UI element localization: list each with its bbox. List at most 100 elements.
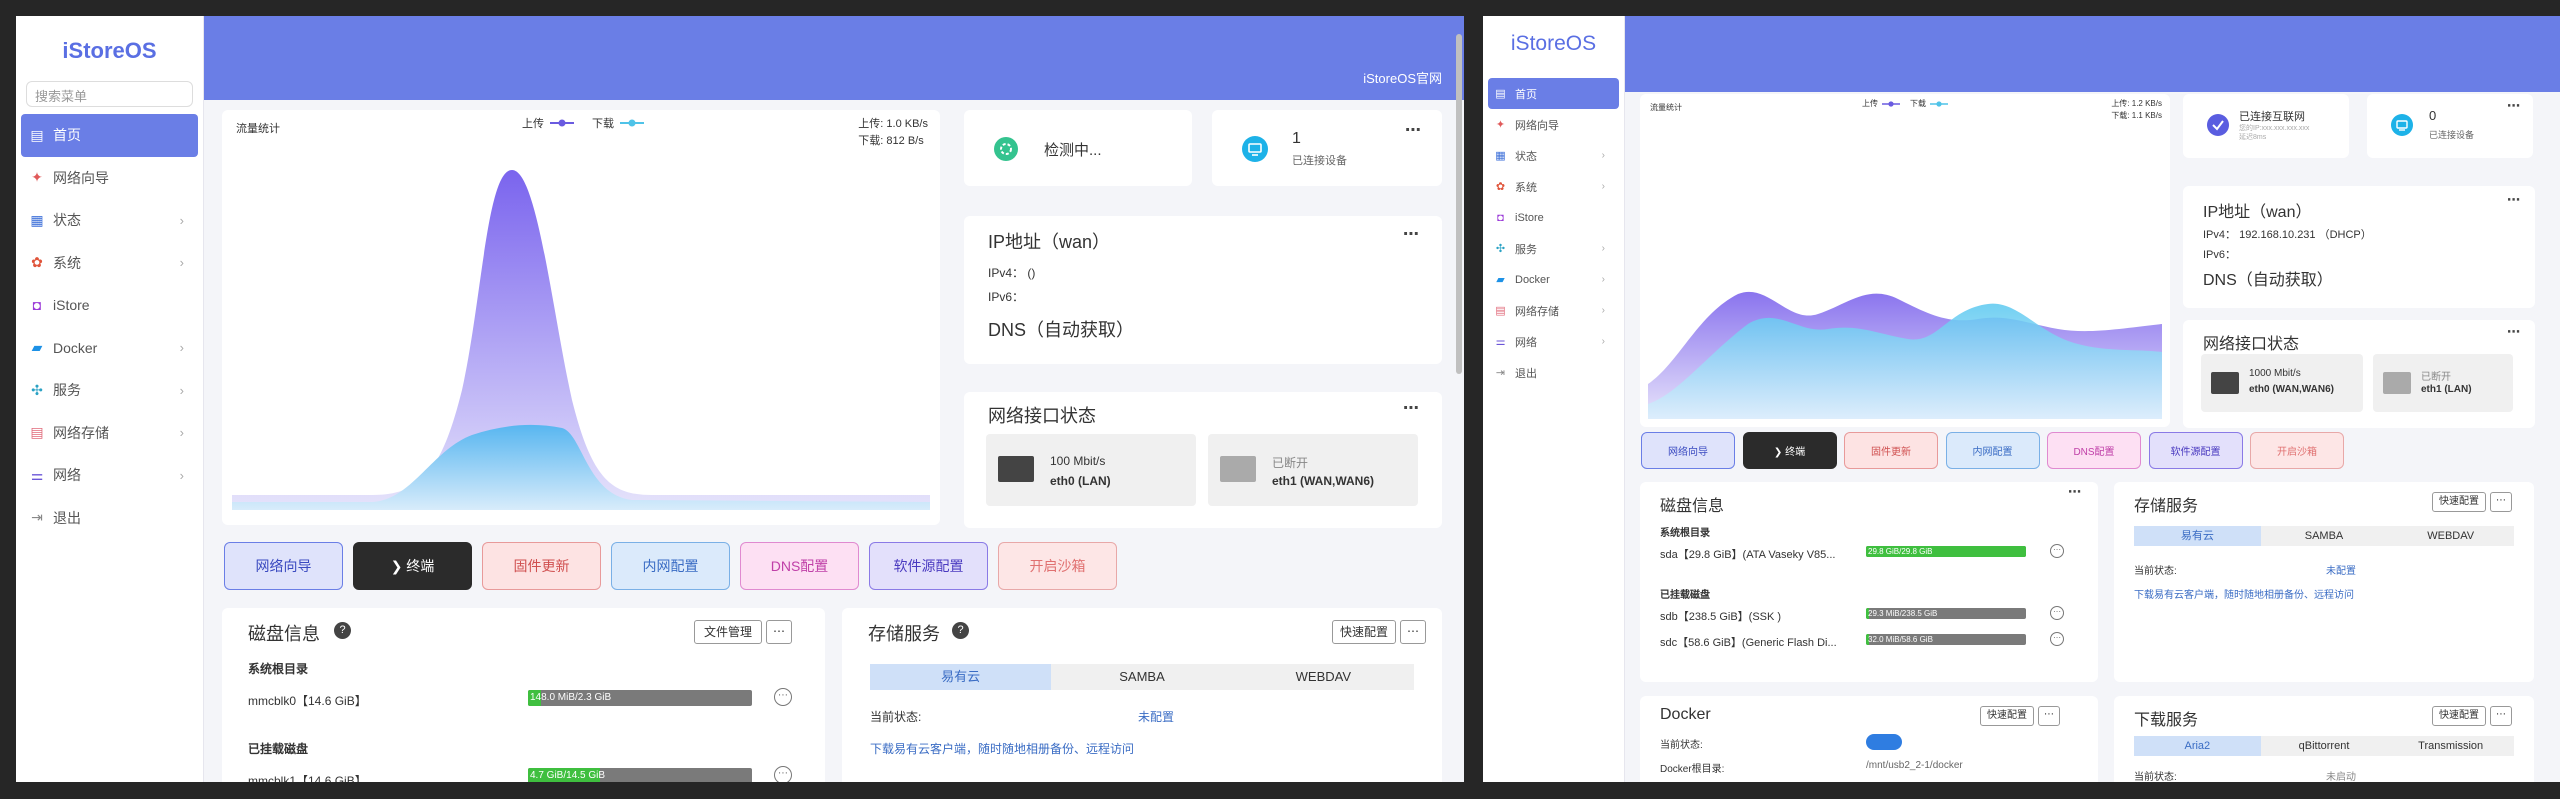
sidebar-item-docker[interactable]: ▰ Docker ›: [1488, 264, 1619, 295]
network-wizard-button[interactable]: 网络向导: [1641, 432, 1735, 469]
port-eth0[interactable]: 100 Mbit/s eth0 (LAN): [986, 434, 1196, 506]
firmware-update-button[interactable]: 固件更新: [482, 542, 601, 590]
sidebar-item-store[interactable]: ◘ iStore: [21, 284, 198, 327]
sidebar-item-network[interactable]: ⚌ 网络 ›: [1488, 326, 1619, 357]
sidebar-item-docker[interactable]: ▰ Docker ›: [21, 327, 198, 370]
quick-config-button[interactable]: 快速配置: [2432, 706, 2486, 726]
software-source-button[interactable]: 软件源配置: [2148, 432, 2243, 469]
sidebar-item-services[interactable]: ✣ 服务 ›: [21, 369, 198, 412]
storage-tabs: 易有云 SAMBA WEBDAV: [2134, 526, 2514, 546]
terminal-button[interactable]: ❯ 终端: [353, 542, 472, 590]
file-manager-button[interactable]: 文件管理: [694, 620, 762, 644]
sidebar-item-system[interactable]: ✿ 系统 ›: [21, 242, 198, 285]
tab-yiyouyun[interactable]: 易有云: [870, 664, 1052, 690]
disk-options-button[interactable]: ⋯: [2050, 606, 2064, 620]
status-value[interactable]: 未配置: [2326, 562, 2356, 577]
sidebar-item-label: Docker: [1515, 273, 1550, 286]
lan-config-button[interactable]: 内网配置: [1945, 432, 2040, 469]
port-eth1[interactable]: 已断开 eth1 (WAN,WAN6): [1208, 434, 1418, 506]
help-icon[interactable]: ?: [952, 622, 969, 639]
port-eth0[interactable]: 1000 Mbit/s eth0 (WAN,WAN6): [2201, 354, 2363, 412]
network-interfaces-card: 网络接口状态 ⋯ 1000 Mbit/s eth0 (WAN,WAN6) 已断开…: [2183, 320, 2535, 428]
sidebar-item-label: iStore: [1515, 211, 1544, 224]
sidebar-item-storage[interactable]: ▤ 网络存储 ›: [1488, 295, 1619, 326]
sidebar-item-logout[interactable]: ⇥ 退出: [21, 497, 198, 540]
sandbox-button[interactable]: 开启沙箱: [2250, 432, 2344, 469]
help-icon[interactable]: ?: [334, 622, 351, 639]
sidebar-item-storage[interactable]: ▤ 网络存储 ›: [21, 412, 198, 455]
more-menu-button[interactable]: ⋯: [2507, 98, 2521, 114]
lan-config-button[interactable]: 内网配置: [611, 542, 730, 590]
ip-more-button[interactable]: ⋯: [2507, 192, 2521, 208]
docker-toggle[interactable]: [1866, 734, 1902, 750]
sidebar-item-services[interactable]: ✣ 服务 ›: [1488, 233, 1619, 264]
legend-upload-marker: [1882, 100, 1900, 107]
docker-more-button[interactable]: ⋯: [2038, 706, 2060, 726]
disk-options-button[interactable]: ⋯: [2050, 544, 2064, 558]
traffic-card: 流量统计 上传 下载 上传: 1.0 KB/s 下载: 812 B/s: [222, 110, 940, 525]
firmware-update-button[interactable]: 固件更新: [1844, 432, 1938, 469]
sidebar-item-store[interactable]: ◘ iStore: [1488, 202, 1619, 233]
download-client-link[interactable]: 下载易有云客户端，随时随地相册备份、远程访问: [2134, 586, 2354, 601]
sidebar-item-wizard[interactable]: ✦ 网络向导: [1488, 109, 1619, 140]
network-wizard-button[interactable]: 网络向导: [224, 542, 343, 590]
disk-options-button[interactable]: ⋯: [2050, 632, 2064, 646]
terminal-button[interactable]: ❯ 终端: [1742, 432, 1837, 469]
tab-qbittorrent[interactable]: qBittorrent: [2261, 736, 2388, 756]
quick-config-button[interactable]: 快速配置: [1332, 620, 1396, 644]
netif-more-button[interactable]: ⋯: [2507, 324, 2521, 340]
port-eth1[interactable]: 已断开 eth1 (LAN): [2373, 354, 2513, 412]
disk-options-button[interactable]: ⋯: [774, 688, 792, 706]
tab-samba[interactable]: SAMBA: [1051, 664, 1232, 690]
disk-options-button[interactable]: ⋯: [774, 766, 792, 782]
more-menu-button[interactable]: ⋯: [1405, 120, 1422, 140]
software-source-button[interactable]: 软件源配置: [869, 542, 988, 590]
tab-webdav[interactable]: WEBDAV: [1233, 664, 1414, 690]
sidebar-item-logout[interactable]: ⇥ 退出: [1488, 357, 1619, 388]
internet-status-card: 检测中...: [964, 110, 1192, 186]
storage-more-button[interactable]: ⋯: [1400, 620, 1426, 644]
storage-more-button[interactable]: ⋯: [2490, 492, 2512, 512]
upload-rate: 上传: 1.0 KB/s: [858, 118, 928, 130]
storage-icon: ▤: [1495, 305, 1506, 317]
disk-usage-bar: 148.0 MiB/2.3 GiB: [528, 690, 752, 706]
chevron-right-icon: ›: [179, 467, 184, 483]
status-value[interactable]: 未配置: [1138, 708, 1174, 725]
devices-count: 0: [2429, 108, 2437, 123]
docker-root-value: /mnt/usb2_2-1/docker: [1866, 760, 1963, 771]
download-client-link[interactable]: 下载易有云客户端，随时随地相册备份、远程访问: [870, 740, 1134, 757]
chevron-right-icon: ›: [179, 255, 184, 271]
quick-config-button[interactable]: 快速配置: [1980, 706, 2034, 726]
tab-aria2[interactable]: Aria2: [2134, 736, 2261, 756]
sidebar-item-status[interactable]: ▦ 状态 ›: [1488, 140, 1619, 171]
port-name: eth1 (LAN): [2421, 384, 2472, 395]
dns-config-button[interactable]: DNS配置: [740, 542, 859, 590]
quick-config-button[interactable]: 快速配置: [2432, 492, 2486, 512]
sidebar-item-home[interactable]: ▤ 首页: [21, 114, 198, 157]
network-icon: ⚌: [30, 466, 44, 483]
istoreos-site-link[interactable]: iStoreOS官网: [1363, 68, 1442, 87]
disk-more-button[interactable]: ⋯: [2068, 484, 2082, 500]
sidebar-item-label: 系统: [1515, 181, 1537, 194]
sidebar-item-home[interactable]: ▤ 首页: [1488, 78, 1619, 109]
netif-more-button[interactable]: ⋯: [1403, 398, 1420, 418]
traffic-readout: 上传: 1.0 KB/s 下载: 812 B/s: [858, 116, 928, 150]
sidebar-item-system[interactable]: ✿ 系统 ›: [1488, 171, 1619, 202]
tab-webdav[interactable]: WEBDAV: [2387, 526, 2514, 546]
disk-title: 磁盘信息: [1660, 498, 1725, 515]
download-more-button[interactable]: ⋯: [2490, 706, 2512, 726]
sandbox-button[interactable]: 开启沙箱: [998, 542, 1117, 590]
dns-config-button[interactable]: DNS配置: [2047, 432, 2141, 469]
ip-more-button[interactable]: ⋯: [1403, 224, 1420, 244]
disk-more-button[interactable]: ⋯: [766, 620, 792, 644]
tab-yiyouyun[interactable]: 易有云: [2134, 526, 2261, 546]
port-name: eth0 (LAN): [1050, 474, 1111, 488]
sidebar-item-status[interactable]: ▦ 状态 ›: [21, 199, 198, 242]
sidebar-item-network[interactable]: ⚌ 网络 ›: [21, 454, 198, 497]
tab-samba[interactable]: SAMBA: [2261, 526, 2388, 546]
scrollbar[interactable]: [1456, 34, 1462, 374]
sidebar-item-label: 网络: [1515, 336, 1537, 349]
tab-transmission[interactable]: Transmission: [2387, 736, 2514, 756]
sidebar-item-wizard[interactable]: ✦ 网络向导: [21, 157, 198, 200]
menu-search-input[interactable]: 搜索菜单: [26, 81, 193, 107]
